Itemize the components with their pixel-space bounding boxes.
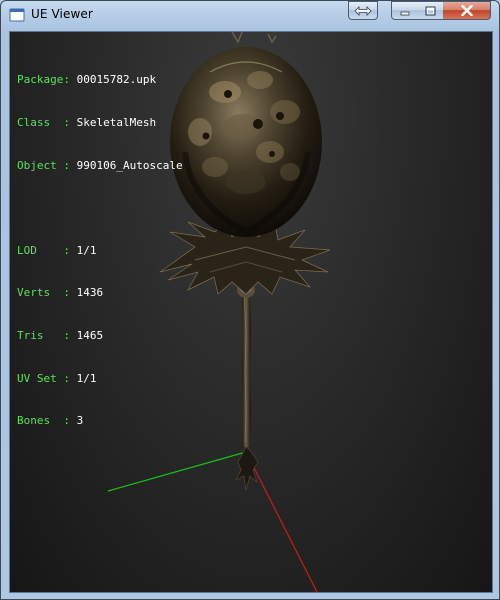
info-key-verts: Verts : (17, 286, 70, 300)
info-value-uvset: 1/1 (76, 371, 97, 385)
mesh-staff (235, 282, 259, 491)
mesh-info-overlay: Package: 00015782.upk Class : SkeletalMe… (17, 45, 183, 457)
double-arrow-icon (354, 5, 372, 16)
info-spacer (17, 201, 183, 215)
close-button[interactable] (443, 1, 491, 20)
close-icon (460, 5, 473, 16)
info-value-object: 990106_Autoscale (76, 158, 183, 172)
info-value-lod: 1/1 (76, 243, 97, 257)
x-axis-line (245, 451, 318, 592)
info-row-package: Package: 00015782.upk (17, 73, 183, 87)
info-row-object: Object : 990106_Autoscale (17, 159, 183, 173)
mesh-head (170, 32, 322, 237)
maximize-button[interactable] (417, 1, 444, 20)
ue-viewer-app-icon (9, 8, 25, 22)
info-value-package: 00015782.upk (76, 73, 157, 87)
info-key-class: Class : (17, 116, 70, 129)
window-title: UE Viewer (31, 7, 93, 21)
info-row-uvset: UV Set : 1/1 (17, 372, 183, 386)
double-arrow-button[interactable] (348, 1, 378, 20)
info-key-uvset: UV Set : (17, 371, 70, 385)
app-window: UE Viewer Package: 00015782.upk Class: … (0, 0, 500, 600)
info-value-tris: 1465 (76, 328, 104, 342)
info-key-package: Package: (17, 73, 70, 87)
info-value-verts: 1436 (76, 286, 104, 300)
minimize-icon (400, 11, 409, 15)
info-key-bones: Bones : (17, 414, 70, 428)
info-key-lod: LOD : (17, 243, 70, 257)
info-row-bones: Bones : 3 (17, 414, 183, 428)
minimize-button[interactable] (391, 1, 418, 20)
info-key-object: Object : (17, 158, 70, 172)
info-value-bones: 3 (76, 414, 84, 428)
info-key-tris: Tris : (17, 328, 70, 342)
title-bar[interactable]: UE Viewer (1, 1, 499, 31)
maximize-icon (425, 6, 435, 15)
info-row-lod: LOD : 1/1 (17, 244, 183, 258)
3d-viewport[interactable]: Package: 00015782.upk Class : SkeletalMe… (9, 31, 493, 593)
info-row-tris: Tris : 1465 (17, 329, 183, 343)
info-row-verts: Verts : 1436 (17, 286, 183, 300)
info-value-class: SkeletalMesh (76, 116, 157, 129)
y-axis-line (107, 451, 247, 492)
info-row-class: Class : SkeletalMesh (17, 116, 183, 130)
